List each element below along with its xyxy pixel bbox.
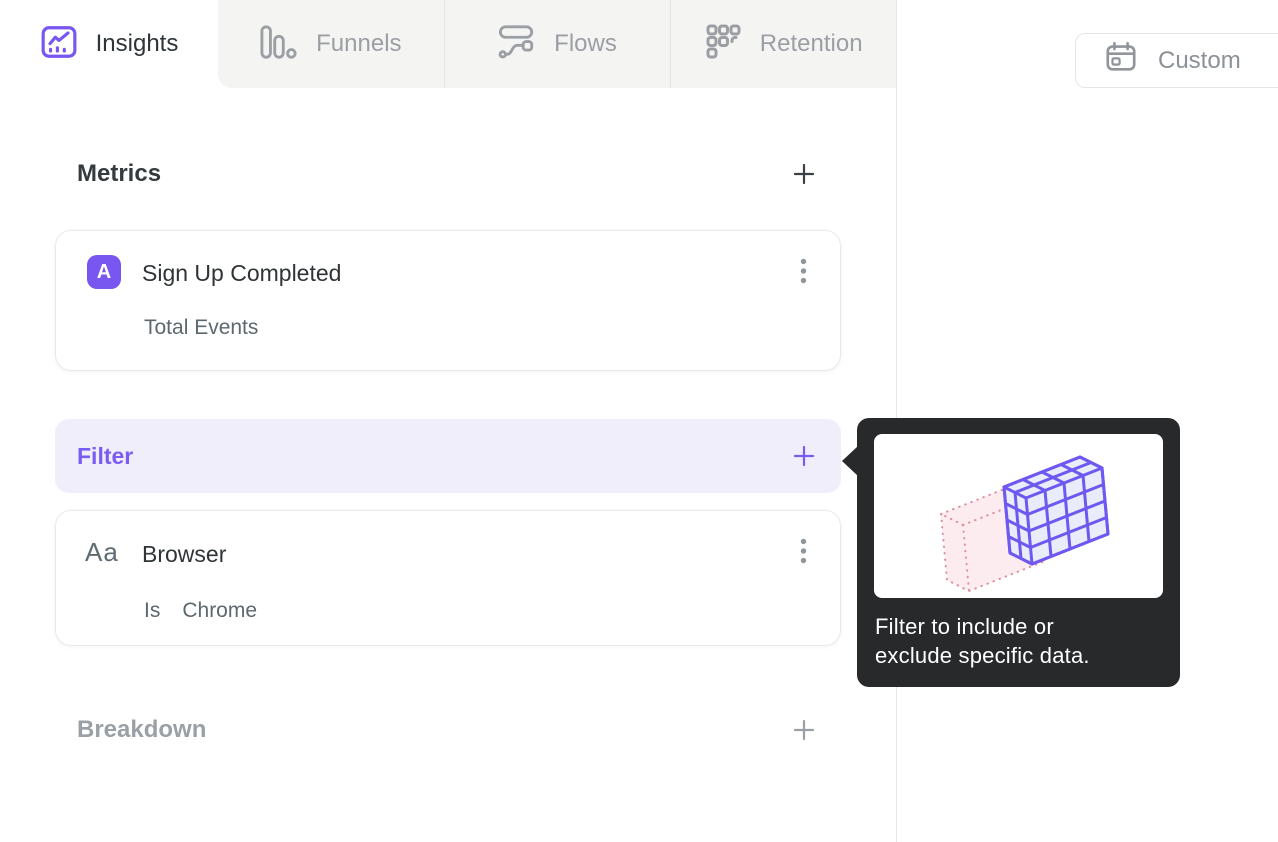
filter-tooltip-line2: exclude specific data.: [875, 643, 1090, 668]
metric-card-sign-up-completed[interactable]: A Sign Up Completed Total Events: [55, 230, 841, 371]
tab-flows[interactable]: Flows: [443, 0, 671, 88]
metrics-section-title: Metrics: [77, 160, 162, 187]
breakdown-section-header: Breakdown: [77, 716, 817, 744]
filter-property-name: Browser: [142, 541, 227, 567]
calendar-icon: [1104, 40, 1138, 81]
filter-cube-illustration: [874, 434, 1163, 598]
insights-report-builder: Insights Funnels Flows Retention Custom …: [0, 0, 1278, 842]
tab-funnels-label: Funnels: [316, 30, 402, 57]
filter-section-row[interactable]: Filter: [55, 419, 841, 493]
breakdown-section-title: Breakdown: [77, 716, 207, 743]
date-range-label: Custom: [1158, 46, 1241, 74]
metric-kebab-menu-button[interactable]: [792, 255, 814, 291]
metric-event-name: Sign Up Completed: [142, 260, 342, 286]
funnel-bars-icon: [260, 24, 298, 65]
tab-funnels[interactable]: Funnels: [218, 0, 444, 88]
filter-section-title: Filter: [77, 442, 134, 469]
tab-insights-label: Insights: [95, 30, 179, 57]
report-tabbar: Insights Funnels Flows Retention: [0, 0, 897, 88]
filter-tooltip-text: Filter to include or exclude specific da…: [875, 612, 1090, 670]
add-breakdown-button[interactable]: [791, 717, 817, 743]
filter-operator: Is: [144, 599, 161, 622]
inactive-tab-group: Funnels Flows Retention: [218, 0, 897, 88]
line-chart-icon: [40, 23, 78, 66]
filter-tooltip: Filter to include or exclude specific da…: [842, 418, 1180, 687]
filter-kebab-menu-button[interactable]: [792, 535, 814, 571]
add-filter-button[interactable]: [791, 443, 817, 469]
tab-flows-label: Flows: [554, 30, 617, 57]
retention-dots-icon: [706, 24, 742, 65]
tab-retention[interactable]: Retention: [670, 0, 897, 88]
add-metric-button[interactable]: [791, 161, 817, 187]
filter-condition: Is Chrome: [144, 599, 257, 623]
flows-wave-icon: [498, 24, 536, 65]
filter-card-browser[interactable]: Aa Browser Is Chrome: [55, 510, 841, 646]
string-property-icon: Aa: [85, 537, 119, 567]
tab-retention-label: Retention: [759, 30, 863, 57]
metric-letter-badge: A: [87, 255, 121, 289]
tab-insights[interactable]: Insights: [0, 0, 218, 88]
filter-value: Chrome: [182, 599, 258, 622]
filter-tooltip-line1: Filter to include or: [875, 614, 1054, 639]
date-range-custom-button[interactable]: Custom: [1075, 33, 1278, 88]
metric-aggregation-label: Total Events: [144, 316, 259, 339]
metrics-section-header: Metrics: [77, 160, 817, 188]
